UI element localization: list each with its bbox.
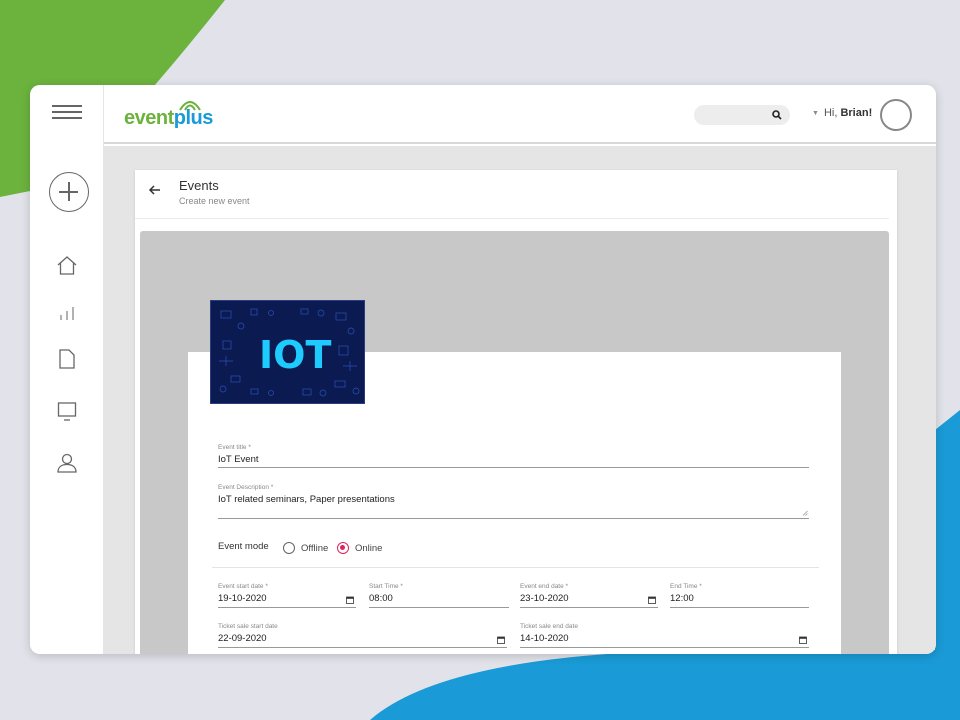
ticket-sale-start-field[interactable]: Ticket sale start date 22-09-2020 (218, 623, 507, 648)
event-title-value[interactable]: IoT Event (218, 454, 259, 465)
document-icon[interactable] (55, 347, 79, 371)
event-cover-image[interactable]: IOT (210, 300, 365, 404)
iot-illustration: IOT (219, 308, 360, 397)
hamburger-menu-icon[interactable] (52, 105, 82, 121)
start-time-value[interactable]: 08:00 (369, 593, 393, 604)
add-event-button[interactable] (49, 172, 89, 212)
bar-chart-icon[interactable] (55, 300, 79, 324)
user-name: Brian! (840, 107, 873, 119)
chevron-down-icon[interactable]: ▼ (812, 110, 819, 117)
offline-radio[interactable] (283, 542, 295, 554)
start-date-field[interactable]: Event start date * 19-10-2020 (218, 583, 356, 608)
signal-icon (179, 101, 201, 111)
event-description-field[interactable]: Event Description * IoT related seminars… (218, 484, 809, 519)
online-radio[interactable] (337, 542, 349, 554)
start-date-value[interactable]: 19-10-2020 (218, 593, 267, 604)
main-content: Events Create new event Event title * Io… (104, 146, 936, 654)
event-description-value[interactable]: IoT related seminars, Paper presentation… (218, 494, 395, 505)
calendar-icon[interactable] (346, 596, 354, 604)
monitor-icon[interactable] (55, 400, 79, 424)
user-menu[interactable]: ▼ Hi, Brian! (812, 107, 872, 119)
online-radio-label[interactable]: Online (355, 543, 382, 554)
form-divider (212, 567, 819, 568)
search-icon[interactable] (771, 109, 783, 121)
calendar-icon[interactable] (648, 596, 656, 604)
event-mode-label: Event mode (218, 541, 269, 552)
end-time-label: End Time * (670, 583, 702, 590)
top-bar: eventplus ▼ Hi, Brian! (104, 85, 936, 144)
search-input[interactable] (694, 105, 790, 125)
ticket-sale-end-label: Ticket sale end date (520, 623, 578, 630)
page-subtitle: Create new event (179, 196, 250, 206)
start-time-label: Start Time * (369, 583, 403, 590)
end-date-value[interactable]: 23-10-2020 (520, 593, 569, 604)
resize-handle-icon[interactable] (802, 510, 808, 516)
end-time-value[interactable]: 12:00 (670, 593, 694, 604)
back-arrow-icon[interactable] (147, 182, 163, 198)
offline-radio-label[interactable]: Offline (301, 543, 328, 554)
end-date-field[interactable]: Event end date * 23-10-2020 (520, 583, 658, 608)
iot-image-text: IOT (259, 333, 331, 377)
end-time-field[interactable]: End Time * 12:00 (670, 583, 809, 608)
ticket-sale-start-value[interactable]: 22-09-2020 (218, 633, 267, 644)
header-divider (135, 218, 889, 219)
user-icon[interactable] (55, 451, 79, 475)
event-title-label: Event title * (218, 444, 251, 451)
greeting-text: Hi, (823, 107, 838, 119)
event-title-field[interactable]: Event title * IoT Event (218, 444, 809, 468)
ticket-sale-end-field[interactable]: Ticket sale end date 14-10-2020 (520, 623, 809, 648)
home-icon[interactable] (55, 254, 79, 278)
create-event-panel: Events Create new event Event title * Io… (135, 170, 897, 654)
ticket-sale-end-value[interactable]: 14-10-2020 (520, 633, 569, 644)
end-date-label: Event end date * (520, 583, 569, 590)
eventplus-logo[interactable]: eventplus (124, 95, 234, 135)
page-title: Events (179, 178, 219, 193)
sidebar (30, 85, 104, 654)
app-window: eventplus ▼ Hi, Brian! Events Create new … (30, 85, 936, 654)
event-description-label: Event Description * (218, 484, 274, 491)
calendar-icon[interactable] (497, 636, 505, 644)
logo-text-event: event (124, 107, 174, 129)
start-date-label: Event start date * (218, 583, 268, 590)
ticket-sale-start-label: Ticket sale start date (218, 623, 278, 630)
start-time-field[interactable]: Start Time * 08:00 (369, 583, 509, 608)
avatar[interactable] (880, 99, 912, 131)
calendar-icon[interactable] (799, 636, 807, 644)
form-background: Event title * IoT Event Event Descriptio… (140, 231, 889, 654)
